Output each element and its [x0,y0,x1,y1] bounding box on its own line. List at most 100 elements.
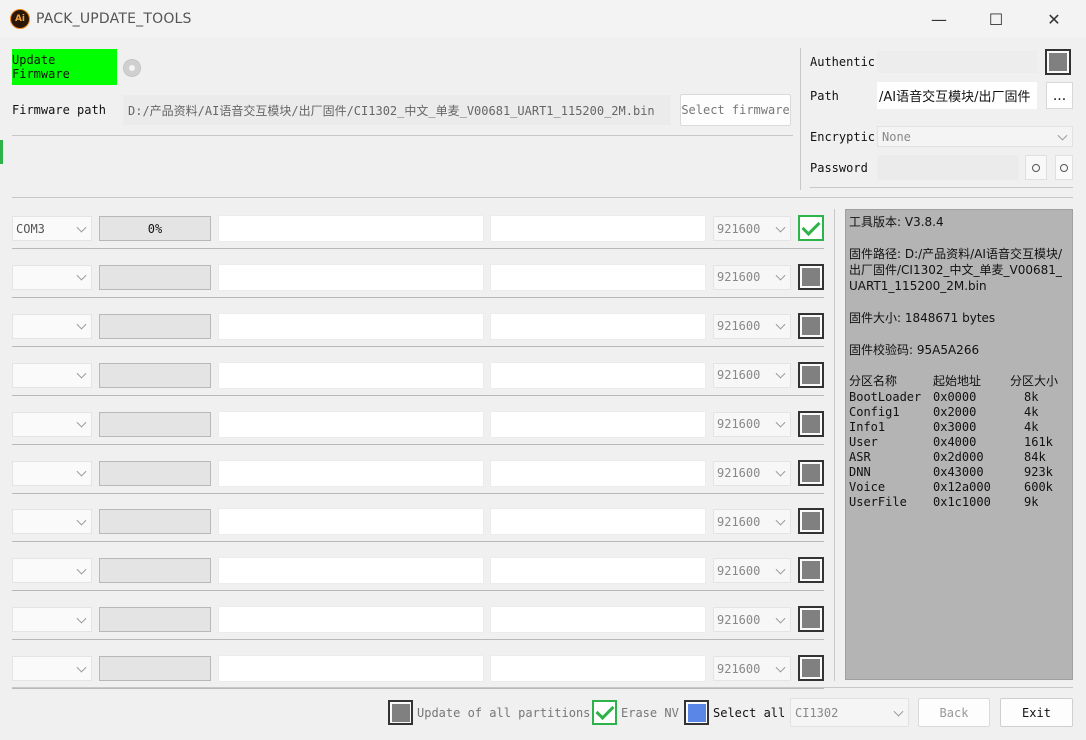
port-enable-checkbox[interactable] [798,606,824,633]
baud-rate-select[interactable]: 921600 [713,411,791,437]
com-port-select[interactable] [12,558,92,584]
partition-size: 161k [1024,435,1053,449]
port-enable-checkbox[interactable] [798,312,824,339]
port-enable-checkbox[interactable] [798,508,824,535]
password-extra-button[interactable] [1055,155,1073,180]
window-accent-edge [0,140,3,164]
chevron-down-icon [76,368,87,379]
minimize-button[interactable]: — [910,0,968,38]
com-port-select[interactable] [12,313,92,339]
authentic-toggle-button[interactable] [1045,49,1071,75]
port-enable-checkbox[interactable] [798,361,824,388]
port-enable-checkbox[interactable] [798,263,824,290]
erase-nv-checkbox[interactable] [592,700,617,725]
update-firmware-button[interactable]: Update Firmware [12,49,117,85]
port-enable-checkbox[interactable] [798,655,824,682]
update-all-partitions-label: Update of all partitions [417,706,591,720]
authentic-label: Authentic [810,55,876,69]
baud-rate-value: 921600 [717,661,761,676]
baud-rate-select[interactable]: 921600 [713,460,791,486]
com-port-select[interactable] [12,460,92,486]
app-logo-icon: Ai [10,9,30,29]
baud-rate-select[interactable]: 921600 [713,656,791,682]
progress-bar [99,460,211,486]
row-divider [12,541,824,543]
chip-select[interactable]: CI1302 [790,698,909,727]
partition-row: Info1 0x3000 4k [849,420,1058,435]
exit-button[interactable]: Exit [1000,698,1073,727]
update-all-partitions-checkbox[interactable] [388,700,413,725]
row-divider [12,492,824,494]
status-field [218,312,484,340]
partition-name: Info1 [849,420,886,434]
erase-nv-label: Erase NV [621,706,679,720]
maximize-button[interactable]: ☐ [967,0,1025,38]
row-divider [12,394,824,396]
encryption-select-value: None [882,129,911,144]
com-port-select[interactable] [12,656,92,682]
message-field [490,361,706,389]
status-field [218,361,484,389]
com-port-select[interactable] [12,607,92,633]
chevron-down-icon [775,515,786,526]
partition-start-address: 0x1c1000 [933,495,991,509]
firmware-path-field[interactable]: D:/产品资料/AI语音交互模块/出厂固件/CI1302_中文_单麦_V0068… [123,95,671,125]
password-field[interactable] [877,155,1019,180]
progress-bar [99,509,211,535]
partition-row: Config1 0x2000 4k [849,405,1058,420]
partition-start-address: 0x4000 [933,435,977,449]
tool-version-text: 工具版本: V3.8.4 [849,215,944,229]
port-enable-checkbox[interactable] [798,557,824,584]
firmware-size-text: 固件大小: 1848671 bytes [849,311,996,325]
com-port-select[interactable] [12,411,92,437]
status-field [218,215,484,242]
message-field [490,215,706,242]
show-password-icon[interactable] [1025,155,1047,180]
chevron-down-icon [775,564,786,575]
partition-name: Voice [849,480,886,494]
chevron-down-icon [76,515,87,526]
com-port-select[interactable] [12,264,92,290]
baud-rate-select[interactable]: 921600 [713,558,791,584]
port-row: 921600 [12,408,824,457]
auth-path-field[interactable]: /AI语音交互模块/出厂固件 [877,82,1037,109]
chevron-down-icon [775,613,786,624]
port-enable-checkbox[interactable] [798,215,824,241]
status-field [218,557,484,585]
message-field [490,263,706,291]
chevron-down-icon [775,368,786,379]
baud-rate-select[interactable]: 921600 [713,362,791,388]
port-row: COM3 0% 921600 [12,212,824,261]
back-button[interactable]: Back [918,698,990,727]
select-all-checkbox[interactable] [684,700,709,725]
chevron-down-icon [76,271,87,281]
port-enable-checkbox[interactable] [798,410,824,437]
com-port-select[interactable] [12,509,92,535]
message-field [490,459,706,487]
port-enable-checkbox[interactable] [798,459,824,486]
select-firmware-button[interactable]: Select firmware [680,94,791,126]
baud-rate-select[interactable]: 921600 [713,216,791,241]
encryption-select[interactable]: None [877,126,1073,147]
com-port-value: COM3 [16,221,45,236]
com-port-select[interactable]: COM3 [12,216,92,241]
port-row: 921600 [12,310,824,359]
auth-path-label: Path [810,89,839,103]
divider-main-top [12,197,1073,198]
baud-rate-select[interactable]: 921600 [713,313,791,339]
baud-rate-select[interactable]: 921600 [713,607,791,633]
baud-rate-select[interactable]: 921600 [713,509,791,535]
divider-vertical-info [834,209,835,681]
com-port-select[interactable] [12,362,92,388]
baud-rate-select[interactable]: 921600 [713,264,791,290]
status-field [218,459,484,487]
progress-bar [99,264,211,290]
partition-header-start: 起始地址 [933,374,982,388]
authentic-field[interactable] [877,51,1037,73]
partition-row: DNN 0x43000 923k [849,465,1058,480]
chevron-down-icon [76,613,87,624]
status-field [218,263,484,291]
partition-name: Config1 [849,405,900,419]
browse-path-button[interactable]: ... [1046,82,1073,109]
close-button[interactable]: ✕ [1025,0,1083,38]
